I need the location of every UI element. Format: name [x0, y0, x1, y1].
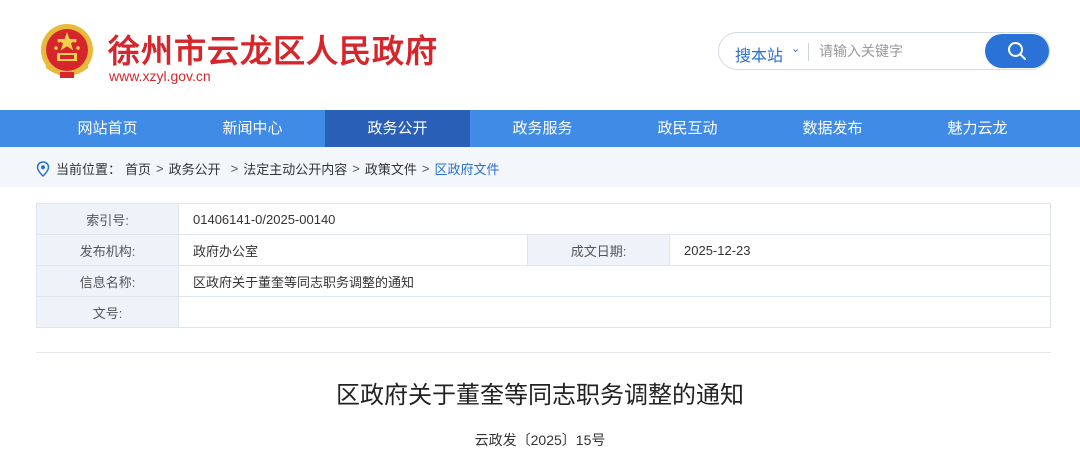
breadcrumb-prefix: 当前位置：	[56, 162, 122, 177]
site-url[interactable]: www.xzyl.gov.cn	[109, 68, 211, 84]
breadcrumb-policy[interactable]: 政策文件	[365, 159, 417, 178]
meta-row-index: 索引号: 01406141-0/2025-00140	[36, 203, 1051, 235]
document-meta-table: 索引号: 01406141-0/2025-00140 发布机构: 政府办公室 成…	[36, 203, 1051, 328]
nav-item-services[interactable]: 政务服务	[470, 110, 615, 147]
breadcrumb-current[interactable]: 区政府文件	[434, 159, 499, 178]
meta-value-docno	[178, 296, 1051, 328]
search-scope-dropdown[interactable]: 搜本站	[735, 42, 783, 66]
nav-item-interaction[interactable]: 政民互动	[615, 110, 760, 147]
nav-item-charm[interactable]: 魅力云龙	[905, 110, 1050, 147]
breadcrumb-bar: 当前位置： 首页 > 政务公开 > 法定主动公开内容 > 政策文件 > 区政府文…	[0, 147, 1080, 187]
search-input[interactable]	[819, 39, 979, 63]
breadcrumb-separator: >	[230, 161, 239, 176]
site-title[interactable]: 徐州市云龙区人民政府	[108, 26, 438, 72]
breadcrumb-statutory[interactable]: 法定主动公开内容	[243, 159, 347, 178]
document-title: 区政府关于董奎等同志职务调整的通知	[336, 381, 744, 409]
content-divider	[36, 352, 1051, 353]
nav-item-news[interactable]: 新闻中心	[180, 110, 325, 147]
national-emblem-icon	[41, 24, 93, 78]
meta-row-publisher: 发布机构: 政府办公室 成文日期: 2025-12-23	[36, 234, 1051, 266]
breadcrumb-gov-affairs[interactable]: 政务公开	[169, 159, 221, 178]
nav-item-home[interactable]: 网站首页	[35, 110, 180, 147]
meta-label-docno: 文号:	[36, 296, 179, 328]
breadcrumb: 当前位置： 首页 > 政务公开 > 法定主动公开内容 > 政策文件 > 区政府文…	[36, 159, 499, 178]
location-pin-icon	[36, 160, 50, 177]
nav-padding	[0, 110, 35, 147]
meta-row-docno: 文号:	[36, 296, 1051, 328]
nav-item-data[interactable]: 数据发布	[760, 110, 905, 147]
breadcrumb-separator: >	[352, 161, 360, 176]
chevron-down-icon[interactable]: ⌄	[791, 42, 800, 55]
meta-label-info: 信息名称:	[36, 265, 179, 297]
meta-label-index: 索引号:	[36, 203, 179, 235]
search-divider	[808, 43, 809, 61]
document-number: 云政发〔2025〕15号	[474, 432, 606, 448]
meta-label-date: 成文日期:	[527, 234, 670, 266]
meta-row-info: 信息名称: 区政府关于董奎等同志职务调整的通知	[36, 265, 1051, 297]
breadcrumb-separator: >	[421, 161, 430, 176]
meta-label-publisher: 发布机构:	[36, 234, 179, 266]
main-nav: 网站首页 新闻中心 政务公开 政务服务 政民互动 数据发布 魅力云龙	[0, 110, 1080, 147]
meta-value-index: 01406141-0/2025-00140	[178, 203, 1051, 235]
meta-value-date: 2025-12-23	[669, 234, 1051, 266]
breadcrumb-home[interactable]: 首页	[125, 159, 151, 178]
search-icon	[1008, 42, 1026, 60]
meta-value-info: 区政府关于董奎等同志职务调整的通知	[178, 265, 1051, 297]
search-button[interactable]	[985, 34, 1049, 68]
site-header: 徐州市云龙区人民政府 www.xzyl.gov.cn 搜本站 ⌄	[0, 0, 1080, 110]
meta-value-publisher: 政府办公室	[178, 234, 528, 266]
breadcrumb-separator: >	[156, 161, 164, 176]
search-box: 搜本站 ⌄	[718, 32, 1050, 70]
nav-item-government-affairs[interactable]: 政务公开	[325, 110, 470, 147]
